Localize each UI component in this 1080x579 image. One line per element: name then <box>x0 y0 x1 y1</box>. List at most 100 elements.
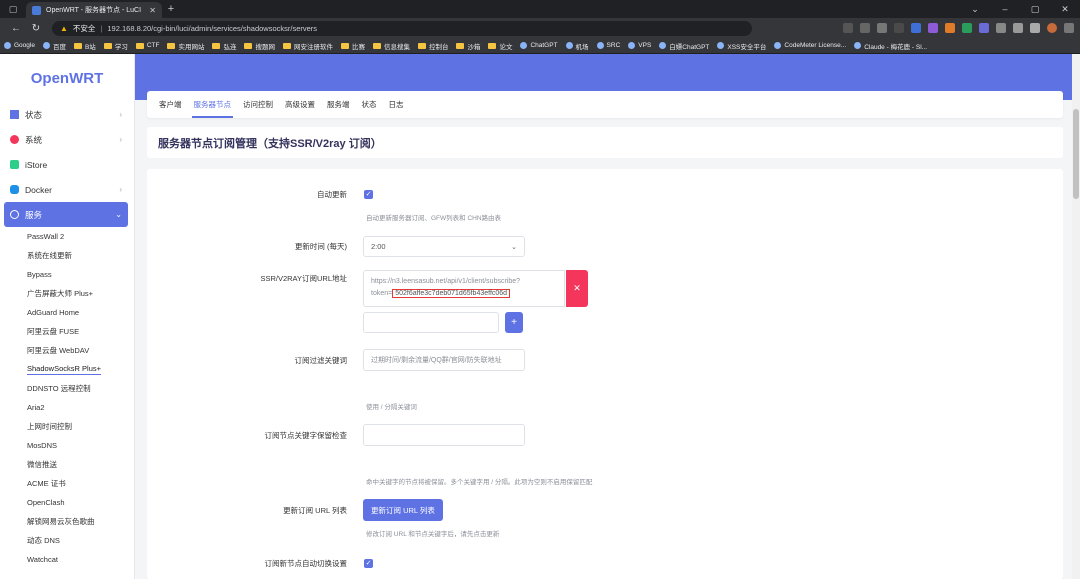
sidebar-subitem-label: OpenClash <box>27 498 65 507</box>
extension-icon[interactable] <box>928 23 938 33</box>
scrollbar-thumb[interactable] <box>1073 109 1079 199</box>
bookmark-item[interactable]: 机场 <box>565 41 589 51</box>
sidebar-item-system[interactable]: 系统 › <box>0 127 134 152</box>
minimize-icon[interactable]: – <box>990 4 1020 15</box>
bookmark-item[interactable]: 白嫖ChatGPT <box>659 41 709 51</box>
tab-4[interactable]: 服务端 <box>321 91 356 118</box>
bookmark-item[interactable]: 控制台 <box>417 41 448 51</box>
new-url-input[interactable] <box>363 312 499 333</box>
bookmark-item[interactable]: 实用网站 <box>167 41 204 51</box>
more-icon[interactable] <box>1064 23 1074 33</box>
sidebar-item-status[interactable]: 状态 › <box>0 102 134 127</box>
tab-3[interactable]: 高级设置 <box>279 91 321 118</box>
bookmark-item[interactable]: Google <box>4 42 35 49</box>
docker-icon <box>10 185 19 194</box>
bookmark-item[interactable]: SRC <box>596 42 620 49</box>
close-tab-icon[interactable]: ✕ <box>149 6 156 15</box>
folder-icon <box>417 42 426 49</box>
sidebar-subitem[interactable]: ACME 证书 <box>0 474 134 493</box>
update-url-list-button[interactable]: 更新订阅 URL 列表 <box>363 499 443 521</box>
sidebar-subitem-label: Bypass <box>27 270 52 279</box>
avatar[interactable] <box>1047 23 1057 33</box>
tab-2[interactable]: 访问控制 <box>237 91 279 118</box>
bookmark-item[interactable]: 沙箱 <box>456 41 480 51</box>
read-aloud-icon[interactable] <box>843 23 853 33</box>
url-line-2: token= 502f6affe3c7deb071d65fb43effc06d <box>371 288 557 300</box>
bookmark-item[interactable]: 弘连 <box>212 41 236 51</box>
sidebar-subitem[interactable]: 广告屏蔽大师 Plus+ <box>0 284 134 303</box>
subscribe-url-input[interactable]: https://n3.leensasub.net/api/v1/client/s… <box>363 270 565 307</box>
tab-6[interactable]: 日志 <box>383 91 410 118</box>
auto-switch-checkbox[interactable]: ✓ <box>364 559 373 568</box>
new-tab-icon[interactable]: + <box>162 3 180 15</box>
sidebar-subitem[interactable]: 微信推送 <box>0 455 134 474</box>
extension-icon[interactable] <box>945 23 955 33</box>
bookmark-item[interactable]: 搜题网 <box>244 41 275 51</box>
sidebar-subitem[interactable]: 解锁网易云灰色歌曲 <box>0 512 134 531</box>
auto-update-checkbox[interactable]: ✓ <box>364 190 373 199</box>
bookmark-item[interactable]: B站 <box>73 41 96 51</box>
favorite-icon[interactable] <box>877 23 887 33</box>
keep-keywords-label: 订阅节点关键字保留检查 <box>264 431 348 440</box>
url-line-1: https://n3.leensasub.net/api/v1/client/s… <box>371 278 521 285</box>
bookmark-item[interactable]: ChatGPT <box>520 42 558 49</box>
extension-icon[interactable] <box>911 23 921 33</box>
sidebar-item-services[interactable]: 服务 ⌄ <box>4 202 128 227</box>
sidebar-subitem[interactable]: Watchcat <box>0 550 134 569</box>
reader-icon[interactable] <box>860 23 870 33</box>
bookmark-item[interactable]: CTF <box>135 42 159 49</box>
filter-keywords-input[interactable]: 过期时间/剩余流量/QQ群/官网/防失联地址 <box>363 349 525 371</box>
extension-icon[interactable] <box>894 23 904 33</box>
sidebar-subitem[interactable]: AdGuard Home <box>0 303 134 322</box>
bookmark-item[interactable]: 信息搜集 <box>372 41 410 51</box>
bookmark-item[interactable]: XSS安全平台 <box>717 41 766 51</box>
sidebar-subitem[interactable]: 上网时间控制 <box>0 417 134 436</box>
bookmark-item[interactable]: VPS <box>628 42 651 49</box>
chevron-down-icon[interactable]: ⌄ <box>960 4 990 15</box>
globe-icon <box>774 42 782 49</box>
folder-icon <box>244 42 253 49</box>
sidebar-subitem[interactable]: ShadowSocksR Plus+ <box>0 360 134 379</box>
sidebar-subitem[interactable]: Bypass <box>0 265 134 284</box>
sidebar-subitem[interactable]: Aria2 <box>0 398 134 417</box>
bookmark-item[interactable]: 百度 <box>42 41 66 51</box>
copilot-icon[interactable] <box>996 23 1006 33</box>
bookmark-item[interactable]: CodeMeter License... <box>774 42 846 49</box>
browser-tab[interactable]: OpenWRT - 服务器节点 - LuCI ✕ <box>26 2 162 18</box>
update-time-select[interactable]: 2:00 ⌄ <box>363 236 525 257</box>
url-input[interactable]: ▲ 不安全 | 192.168.8.20/cgi-bin/luci/admin/… <box>52 20 752 36</box>
extension-icon[interactable] <box>979 23 989 33</box>
bookmark-item[interactable]: 网安注册软件 <box>282 41 333 51</box>
maximize-icon[interactable]: ▢ <box>1020 4 1050 15</box>
brand-logo[interactable]: OpenWRT <box>0 54 134 102</box>
reload-icon[interactable]: ↻ <box>26 23 46 34</box>
close-window-icon[interactable]: ✕ <box>1050 4 1080 15</box>
page-scrollbar[interactable] <box>1072 54 1080 579</box>
bookmark-item[interactable]: 学习 <box>103 41 128 51</box>
sidebar-subitem[interactable]: 动态 DNS <box>0 531 134 550</box>
sidebar-subitem[interactable]: 阿里云盘 FUSE <box>0 322 134 341</box>
sidebar-subitem[interactable]: 系统在线更新 <box>0 246 134 265</box>
bookmark-item[interactable]: Claude - 梅花鹿 - Sl... <box>854 41 927 51</box>
sidebar-subitem[interactable]: DDNSTO 远程控制 <box>0 379 134 398</box>
sidebar-subitem[interactable]: 阿里云盘 WebDAV <box>0 341 134 360</box>
bookmark-item[interactable]: 论文 <box>488 41 512 51</box>
bookmark-item[interactable]: 比赛 <box>340 41 365 51</box>
collections-icon[interactable] <box>1030 23 1040 33</box>
keep-keywords-input[interactable] <box>363 424 525 446</box>
remove-url-button[interactable]: ✕ <box>566 270 588 307</box>
sidebar-item-istore[interactable]: iStore <box>0 152 134 177</box>
back-arrow-icon[interactable]: ← <box>6 23 26 34</box>
sidebar-subitem[interactable]: MosDNS <box>0 436 134 455</box>
sidebar-subitem[interactable]: PassWall 2 <box>0 227 134 246</box>
shield-icon[interactable] <box>962 23 972 33</box>
store-icon <box>10 160 19 169</box>
tab-5[interactable]: 状态 <box>356 91 383 118</box>
window-menu-icon[interactable]: ▢ <box>0 4 26 15</box>
tab-0[interactable]: 客户端 <box>153 91 188 118</box>
sidebar-item-docker[interactable]: Docker › <box>0 177 134 202</box>
add-url-button[interactable]: + <box>505 312 523 333</box>
favorites-icon[interactable] <box>1013 23 1023 33</box>
sidebar-subitem[interactable]: OpenClash <box>0 493 134 512</box>
tab-1[interactable]: 服务器节点 <box>188 91 238 118</box>
